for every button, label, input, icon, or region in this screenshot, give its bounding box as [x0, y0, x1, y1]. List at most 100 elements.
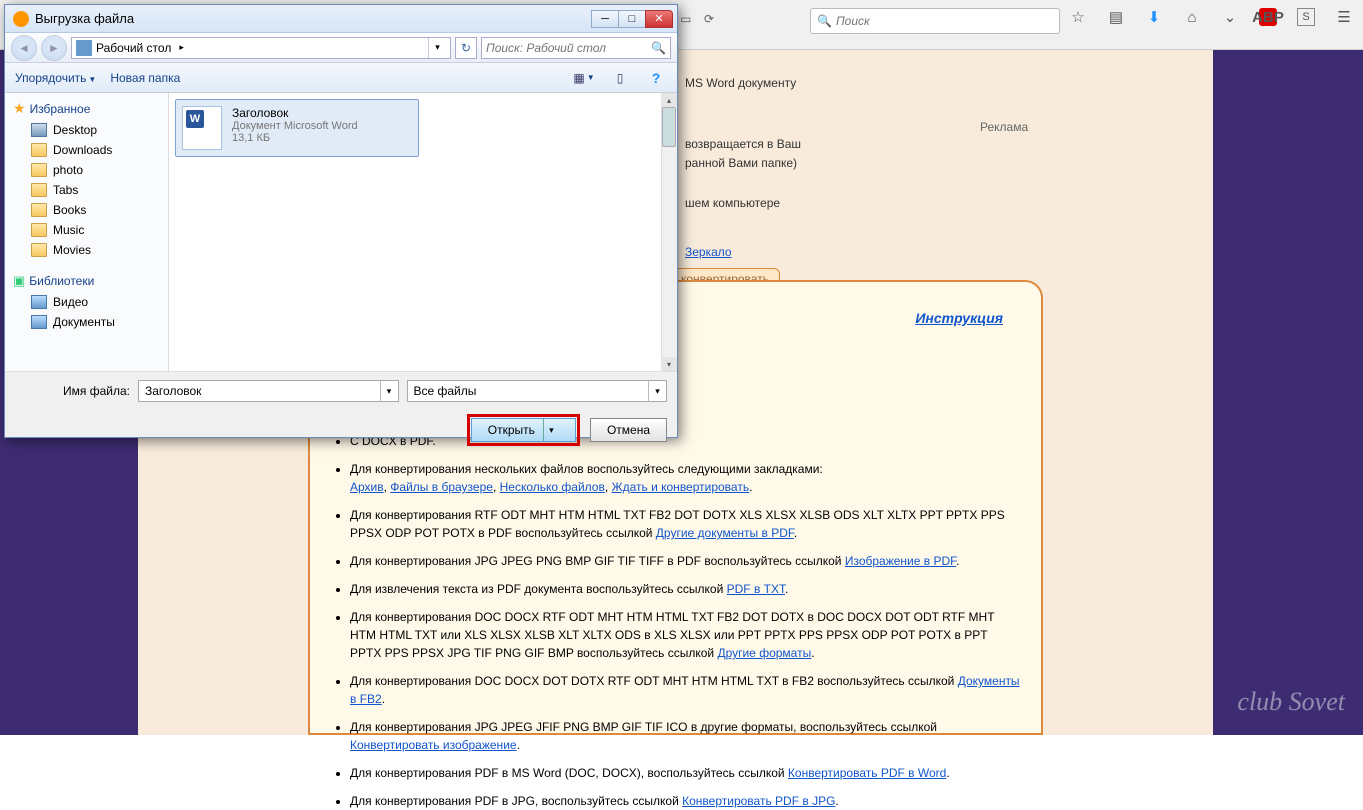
- dialog-toolbar: Упорядочить▼ Новая папка ▦▼ ▯ ?: [5, 63, 677, 93]
- file-item[interactable]: Заголовок Документ Microsoft Word 13,1 К…: [175, 99, 419, 157]
- file-list[interactable]: Заголовок Документ Microsoft Word 13,1 К…: [169, 93, 677, 371]
- organize-menu[interactable]: Упорядочить▼: [15, 71, 96, 85]
- browser-search[interactable]: 🔍: [810, 8, 1060, 34]
- scrollbar[interactable]: ▴ ▾: [661, 93, 677, 371]
- filetype-combo[interactable]: ▾: [407, 380, 668, 402]
- link[interactable]: Конвертировать PDF в Word: [788, 766, 946, 780]
- link[interactable]: Ждать и конвертировать: [612, 480, 750, 494]
- bullet-item: Для конвертирования JPG JPEG PNG BMP GIF…: [350, 552, 1021, 570]
- abp-icon[interactable]: ABP: [1259, 8, 1277, 26]
- nav-forward-icon[interactable]: ►: [41, 35, 67, 61]
- pocket-icon[interactable]: ⌄: [1221, 8, 1239, 26]
- folder-icon: [31, 143, 47, 157]
- link[interactable]: Изображение в PDF: [845, 554, 956, 568]
- bullet-item: Для конвертирования RTF ODT MHT HTM HTML…: [350, 506, 1021, 542]
- folder-icon: [31, 163, 47, 177]
- desktop-icon: [76, 40, 92, 56]
- folder-icon: [31, 243, 47, 257]
- link[interactable]: Архив: [350, 480, 384, 494]
- link[interactable]: Несколько файлов: [500, 480, 605, 494]
- reload-icon[interactable]: ⟳: [704, 12, 722, 30]
- bullet-item: Для конвертирования PDF в JPG, воспользу…: [350, 792, 1021, 810]
- home-icon[interactable]: ⌂: [1183, 8, 1201, 26]
- link[interactable]: Конвертировать PDF в JPG: [682, 794, 835, 808]
- tree-item-music[interactable]: Music: [5, 220, 168, 240]
- dialog-footer: Имя файла: ▾ ▾ Открыть▾ Отмена: [5, 371, 677, 437]
- menu-icon[interactable]: ☰: [1335, 8, 1353, 26]
- breadcrumb-dropdown-icon[interactable]: ▾: [428, 38, 446, 58]
- new-folder-button[interactable]: Новая папка: [110, 71, 180, 85]
- preview-pane-icon[interactable]: ▯: [609, 67, 631, 89]
- folder-icon: [31, 223, 47, 237]
- breadcrumb[interactable]: Рабочий стол ▸ ▾: [71, 37, 451, 59]
- tree-item-books[interactable]: Books: [5, 200, 168, 220]
- tree-item[interactable]: Документы: [5, 312, 168, 332]
- link[interactable]: Документы в FB2: [350, 674, 1020, 706]
- dialog-navbar: ◄ ► Рабочий стол ▸ ▾ ↻ 🔍: [5, 33, 677, 63]
- tree-item-downloads[interactable]: Downloads: [5, 140, 168, 160]
- nav-tree[interactable]: ★Избранное DesktopDownloadsphotoTabsBook…: [5, 93, 169, 371]
- filename-combo[interactable]: ▾: [138, 380, 399, 402]
- search-icon: 🔍: [817, 14, 832, 28]
- library-item-icon: [31, 295, 47, 309]
- mirror-link[interactable]: Зеркало: [685, 245, 732, 259]
- view-menu-icon[interactable]: ▦▼: [573, 67, 595, 89]
- file-name: Заголовок: [232, 106, 358, 120]
- s-icon[interactable]: S: [1297, 8, 1315, 26]
- dialog-search-input[interactable]: [486, 41, 647, 55]
- tree-item-tabs[interactable]: Tabs: [5, 180, 168, 200]
- tree-item-desktop[interactable]: Desktop: [5, 120, 168, 140]
- scroll-thumb[interactable]: [662, 107, 676, 147]
- tree-item-photo[interactable]: photo: [5, 160, 168, 180]
- tree-item-movies[interactable]: Movies: [5, 240, 168, 260]
- scroll-down-icon[interactable]: ▾: [661, 357, 677, 371]
- firefox-icon: [13, 11, 29, 27]
- bullet-item: Для извлечения текста из PDF документа в…: [350, 580, 1021, 598]
- filetype-value: [408, 384, 649, 398]
- nav-back-icon[interactable]: ◄: [11, 35, 37, 61]
- link[interactable]: Файлы в браузере: [390, 480, 493, 494]
- download-icon[interactable]: ⬇: [1145, 8, 1163, 26]
- library-item-icon: [31, 315, 47, 329]
- behind-text: MS Word документу возвращается в Ваш ран…: [685, 60, 1045, 262]
- bullet-item: Для конвертирования DOC DOCX RTF ODT MHT…: [350, 608, 1021, 662]
- link[interactable]: Другие документы в PDF: [656, 526, 794, 540]
- browser-search-input[interactable]: [836, 14, 1053, 28]
- instructions-link[interactable]: Инструкция: [915, 310, 1003, 326]
- folder-icon: [31, 183, 47, 197]
- open-dropdown-icon[interactable]: ▾: [543, 419, 559, 441]
- libraries-icon: ▣: [13, 273, 25, 289]
- filename-input[interactable]: [139, 384, 380, 398]
- filename-dropdown-icon[interactable]: ▾: [380, 381, 398, 401]
- library-icon[interactable]: ▤: [1107, 8, 1125, 26]
- link[interactable]: Другие форматы: [717, 646, 811, 660]
- dialog-titlebar[interactable]: Выгрузка файла ─ □ ✕: [5, 5, 677, 33]
- reader-icon[interactable]: ▭: [680, 12, 698, 30]
- bullet-item: Для конвертирования JPG JPEG JFIF PNG BM…: [350, 718, 1021, 754]
- bullet-item: Для конвертирования DOC DOCX DOT DOTX RT…: [350, 672, 1021, 708]
- scroll-up-icon[interactable]: ▴: [661, 93, 677, 107]
- open-highlight: Открыть▾: [467, 414, 580, 446]
- bullet-item: Для конвертирования PDF в MS Word (DOC, …: [350, 764, 1021, 782]
- open-button[interactable]: Открыть▾: [471, 418, 576, 442]
- favorites-header[interactable]: ★Избранное: [5, 97, 168, 120]
- breadcrumb-label: Рабочий стол: [96, 41, 171, 55]
- filename-label: Имя файла:: [15, 384, 130, 398]
- file-type: Документ Microsoft Word: [232, 120, 358, 132]
- bookmark-icon[interactable]: ☆: [1069, 8, 1087, 26]
- link[interactable]: PDF в TXT: [727, 582, 785, 596]
- dialog-title: Выгрузка файла: [35, 11, 134, 26]
- maximize-button[interactable]: □: [618, 10, 646, 28]
- help-icon[interactable]: ?: [645, 67, 667, 89]
- refresh-button[interactable]: ↻: [455, 37, 477, 59]
- close-button[interactable]: ✕: [645, 10, 673, 28]
- link[interactable]: Конвертировать изображение: [350, 738, 517, 752]
- minimize-button[interactable]: ─: [591, 10, 619, 28]
- cancel-button[interactable]: Отмена: [590, 418, 667, 442]
- ad-label: Реклама: [980, 120, 1028, 134]
- dialog-search[interactable]: 🔍: [481, 37, 671, 59]
- search-icon: 🔍: [651, 41, 666, 55]
- filetype-dropdown-icon[interactable]: ▾: [648, 381, 666, 401]
- libraries-header[interactable]: ▣Библиотеки: [5, 270, 168, 292]
- tree-item[interactable]: Видео: [5, 292, 168, 312]
